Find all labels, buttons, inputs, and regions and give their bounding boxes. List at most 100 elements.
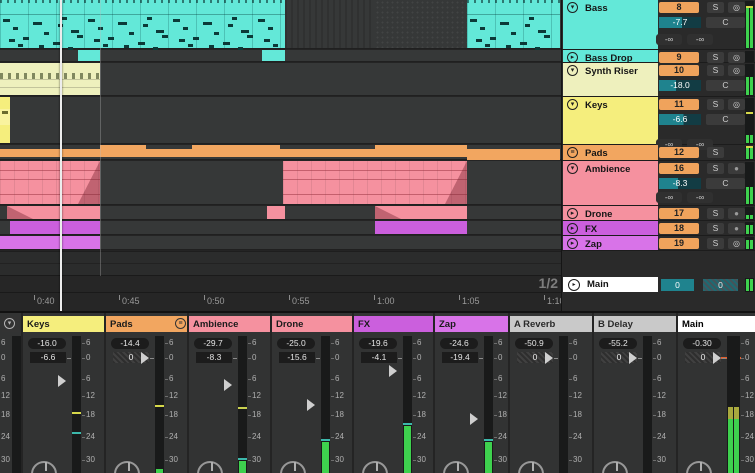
group-track-icon[interactable]: ≡ [567,147,578,158]
solo-button[interactable]: S [707,238,724,249]
volume-value[interactable]: -4.1 [361,352,397,363]
fade-in-handle[interactable] [7,206,33,219]
cue-button[interactable]: ◎ [728,238,745,249]
track-color-block[interactable]: ▾Bass [563,0,658,49]
clip-keys[interactable] [0,97,10,143]
clip-pads[interactable] [100,145,146,157]
track-header-pads[interactable]: ≡Pads12S [562,145,755,161]
volume-value[interactable]: -19.4 [442,352,478,363]
fader-handle[interactable] [58,375,66,387]
volume-value[interactable]: -8.3 [196,352,232,363]
track-number-box[interactable]: 17 [659,208,699,219]
track-number-box[interactable]: 18 [659,223,699,234]
track-color-block[interactable]: ▾Keys [563,97,658,144]
fold-mixer-icon[interactable]: ▾ [4,318,15,329]
track-color-block[interactable]: ▸Bass Drop [563,50,658,62]
fade-out-handle[interactable] [78,161,100,204]
pan-knob[interactable] [362,461,388,473]
pan-box[interactable]: C [706,80,745,91]
cue-button[interactable]: ◎ [728,2,745,13]
solo-button[interactable]: S [707,163,724,174]
solo-button[interactable]: S [707,52,724,63]
arm-button[interactable]: ● [728,163,745,174]
cue-button[interactable]: ◎ [728,52,745,63]
clip-drone[interactable] [375,206,467,219]
clip-drone[interactable] [267,206,285,219]
mixer-strip-zap[interactable]: Zap-24.6-19.460612182430 [433,313,508,473]
clip-drone[interactable] [7,206,100,219]
track-number-box[interactable]: 11 [659,99,699,110]
track-header-ambience[interactable]: ▾Ambience16S●-8.3C-∞-∞ [562,161,755,206]
clip-fx[interactable] [10,221,100,234]
track-number-box[interactable]: 12 [659,147,699,158]
fader-handle[interactable] [713,352,721,364]
fader-handle[interactable] [470,413,478,425]
clip-pads[interactable] [375,145,467,157]
strip-title-bar[interactable]: Pads≡ [106,316,189,332]
mixer-strip-ambience[interactable]: Ambience-29.7-8.360612182430 [187,313,270,473]
strip-title-bar[interactable]: Keys [23,316,106,332]
track-color-block[interactable]: ▾Synth Riser [563,63,658,96]
arm-button[interactable]: ● [728,223,745,234]
track-number-box[interactable]: 8 [659,2,699,13]
track-volume-box[interactable]: -6.6 [659,114,701,125]
track-header-drone[interactable]: ▸Drone17S● [562,206,755,221]
fold-track-icon[interactable]: ▾ [567,163,578,174]
fader-handle[interactable] [141,352,149,364]
fold-track-icon[interactable]: ▾ [567,65,578,76]
track-volume-box[interactable]: -18.0 [659,80,701,91]
pan-knob[interactable] [197,461,223,473]
clip-pads[interactable] [192,145,280,157]
strip-title-bar[interactable]: A Reverb [510,316,594,332]
strip-title-bar[interactable]: FX [354,316,435,332]
track-color-block[interactable]: ▸FX [563,221,658,235]
track-number-box[interactable]: 10 [659,65,699,76]
mixer-strip-keys[interactable]: Keys-16.0-6.660612182430 [21,313,104,473]
solo-button[interactable]: S [707,147,724,158]
track-number-box[interactable]: 19 [659,238,699,249]
clip-zap[interactable] [0,236,100,249]
fader-handle[interactable] [389,365,397,377]
cue-button[interactable]: ◎ [728,99,745,110]
track-number-box[interactable]: 9 [659,52,699,63]
mixer-strip-b-delay[interactable]: B Delay-55.2060612182430 [592,313,676,473]
track-header-synth-riser[interactable]: ▾Synth Riser10 S ◎ -18.0 C [562,63,755,97]
deactivated-clip[interactable] [375,0,467,48]
unfold-track-icon[interactable]: ▸ [567,52,578,63]
clip-bass[interactable] [0,0,285,48]
mixer-strip-main[interactable]: Main-0.30060612182430 [676,313,755,473]
send-b-box[interactable]: -∞ [687,192,713,203]
mixer-strip-drone[interactable]: Drone-25.0-15.660612182430 [270,313,352,473]
fader-handle[interactable] [629,352,637,364]
pan-knob[interactable] [280,461,306,473]
strip-title-bar[interactable]: B Delay [594,316,678,332]
send-a-box[interactable]: -∞ [656,34,682,45]
cue-button[interactable]: ◎ [728,65,745,76]
clip-fx[interactable] [375,221,467,234]
clip-ambience[interactable] [0,161,100,204]
send-a-box[interactable]: -∞ [656,192,682,203]
pan-knob[interactable] [518,461,544,473]
unfold-track-icon[interactable]: ▸ [567,238,578,249]
group-strip-icon[interactable]: ≡ [175,318,186,329]
fold-track-icon[interactable]: ▾ [567,2,578,13]
fader-handle[interactable] [545,352,553,364]
track-color-block[interactable]: ▾Ambience [563,161,658,205]
deactivated-clip[interactable] [285,0,375,48]
pan-knob[interactable] [31,461,57,473]
solo-button[interactable]: S [707,65,724,76]
fade-out-handle[interactable] [445,161,467,204]
mixer-strip-a-reverb[interactable]: A Reverb-50.9060612182430 [508,313,592,473]
pan-knob[interactable] [443,461,469,473]
track-header-keys[interactable]: ▾Keys11S◎-6.6C-∞-∞ [562,97,755,145]
time-ruler[interactable]: 0:400:450:500:551:001:051:10 [0,292,561,311]
track-volume-box[interactable]: -7.7 [659,17,701,28]
solo-button[interactable]: S [707,2,724,13]
track-color-block[interactable]: ▸Zap [563,236,658,250]
track-volume-box[interactable]: -8.3 [659,178,701,189]
send-b-box[interactable]: -∞ [687,34,713,45]
track-header-fx[interactable]: ▸FX18S● [562,221,755,236]
solo-button[interactable]: S [707,208,724,219]
clip-bass[interactable] [467,0,560,48]
main-track-header[interactable]: ▸ Main [563,277,658,292]
